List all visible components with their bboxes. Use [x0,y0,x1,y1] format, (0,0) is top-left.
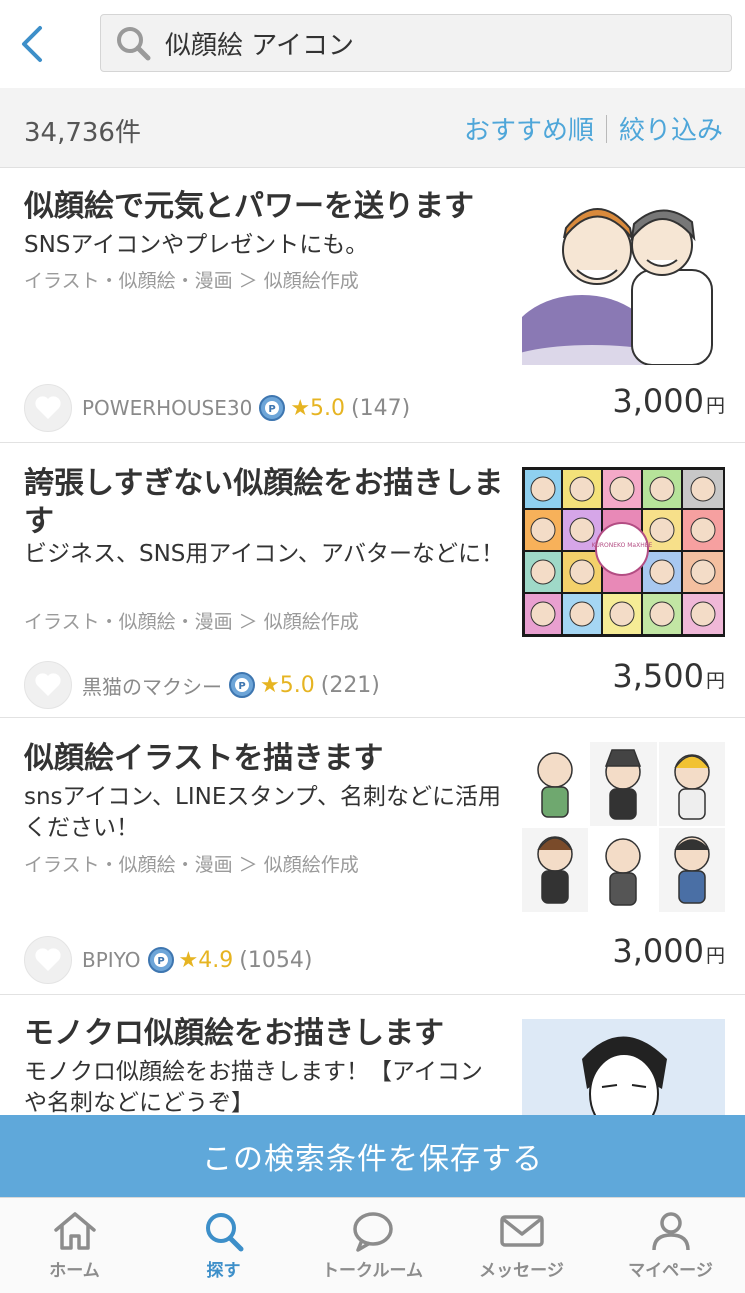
tab-label: トークルーム [322,1261,423,1281]
tab-home[interactable]: ホーム [0,1198,149,1293]
listing-category: イラスト・似顔絵・漫画 ＞ 似顔絵作成 [24,854,359,876]
tab-label: マイページ [628,1261,713,1281]
listing-price: 3,000 円 [612,932,725,970]
tab-label: 探す [206,1261,241,1281]
search-icon [205,1213,243,1252]
favorite-button[interactable] [24,936,72,984]
listing-title: 似顔絵で元気とパワーを送ります [24,189,474,224]
rating-value: 4.9 [198,947,234,973]
favorite-button[interactable] [24,661,72,709]
mail-icon [499,1215,544,1247]
tab-search[interactable]: 探す [149,1198,298,1293]
listing-thumbnail [522,190,725,365]
svg-text:P: P [238,681,245,692]
price-value: 3,000 [612,382,704,420]
listing-title: 誇張しすぎない似顔絵をお描きします [24,466,504,539]
star-icon: ★ [260,672,280,698]
search-input[interactable]: 似顔絵 アイコン [100,14,732,72]
search-query: 似顔絵 アイコン [165,30,354,61]
result-bar: 34,736件 おすすめ順 絞り込み [0,88,745,168]
listing-description: SNSアイコンやプレゼントにも。 [24,232,369,258]
yen-unit: 円 [705,945,725,967]
listing-category: イラスト・似顔絵・漫画 ＞ 似顔絵作成 [24,611,359,633]
listing-item[interactable]: モノクロ似顔絵をお描きします モノクロ似顔絵をお描きします！【アイコンや名刺など… [0,995,745,1115]
price-value: 3,500 [612,657,704,695]
heart-icon [35,948,61,971]
listing-item[interactable]: 似顔絵で元気とパワーを送ります SNSアイコンやプレゼントにも。 イラスト・似顔… [0,168,745,443]
seller-info: BPIYO P ★ 4.9 (1054) [24,936,312,984]
star-icon: ★ [178,947,199,973]
tab-talkroom[interactable]: トークルーム [298,1198,447,1293]
listing-price: 3,000 円 [612,382,725,420]
heart-icon [35,396,61,419]
listing-item[interactable]: 似顔絵イラストを描きます snsアイコン、LINEスタンプ、名刺などに活用くださ… [0,718,745,995]
thumbnail-logo-text: KURONEKO MaXHEE [592,542,653,549]
listing-price: 3,500 円 [612,657,725,695]
favorite-button[interactable] [24,384,72,432]
rating-value: 5.0 [279,672,315,698]
user-icon [651,1212,690,1251]
pro-badge-icon: P [229,672,255,698]
search-icon [113,23,153,63]
listing-category: イラスト・似顔絵・漫画 ＞ 似顔絵作成 [24,270,359,292]
filter-button[interactable]: 絞り込み [619,110,723,147]
svg-text:P: P [269,404,276,415]
rating-value: 5.0 [310,395,346,421]
seller-info: 黒猫のマクシー P ★ 5.0 (221) [24,661,380,709]
seller-info: POWERHOUSE30 P ★ 5.0 (147) [24,384,410,432]
result-count: 34,736件 [24,118,141,148]
back-button[interactable] [14,22,50,66]
seller-name[interactable]: POWERHOUSE30 [82,396,252,420]
seller-name[interactable]: BPIYO [82,948,141,972]
tab-mypage[interactable]: マイページ [596,1198,745,1293]
bottom-tab-bar: ホーム 探す トークルーム メッセージ マイページ [0,1197,745,1293]
yen-unit: 円 [705,395,725,417]
listing-thumbnail [522,1019,725,1115]
chevron-left-icon [22,26,42,62]
listing-thumbnail: KURONEKO MaXHEE [522,467,725,637]
tab-label: メッセージ [479,1261,564,1281]
chat-bubble-icon [352,1212,393,1252]
sort-filter-links: おすすめ順 絞り込み [464,110,723,147]
pro-badge-icon: P [259,395,286,421]
price-value: 3,000 [612,932,704,970]
tab-label: ホーム [49,1261,100,1281]
sort-button[interactable]: おすすめ順 [464,110,594,147]
divider [605,114,607,143]
heart-icon [35,673,61,696]
save-search-button[interactable]: この検索条件を保存する [0,1115,745,1197]
review-count: (147) [351,395,411,421]
review-count: (221) [320,672,380,698]
listing-title: 似顔絵イラストを描きます [24,741,384,776]
tab-message[interactable]: メッセージ [447,1198,596,1293]
listing-description: snsアイコン、LINEスタンプ、名刺などに活用ください！ [24,784,501,841]
review-count: (1054) [239,947,313,973]
listing-description: モノクロ似顔絵をお描きします！【アイコンや名刺などにどうぞ】 [24,1059,483,1115]
home-icon [53,1212,96,1250]
listing-thumbnail [522,742,725,912]
pro-badge-icon: P [147,947,174,973]
top-bar: 似顔絵 アイコン [0,0,745,89]
svg-text:P: P [157,956,164,967]
listing-title: モノクロ似顔絵をお描きします [24,1016,444,1051]
star-icon: ★ [290,395,311,421]
listing-description: ビジネス、SNS用アイコン、アバターなどに！ [24,541,504,567]
yen-unit: 円 [705,670,725,692]
seller-name[interactable]: 黒猫のマクシー [82,671,222,700]
listing-item[interactable]: 誇張しすぎない似顔絵をお描きします ビジネス、SNS用アイコン、アバターなどに！… [0,443,745,718]
